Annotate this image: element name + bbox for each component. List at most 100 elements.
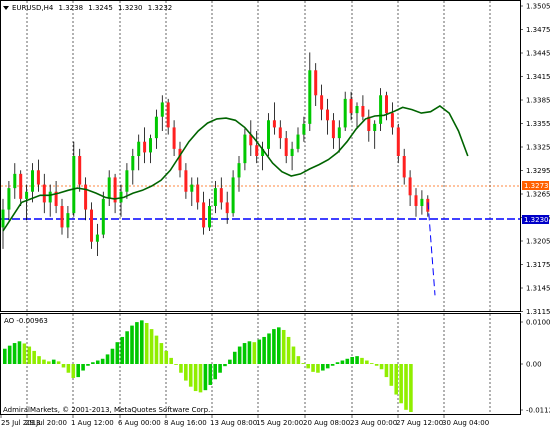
ao-bar[interactable] — [277, 327, 281, 364]
candle-body[interactable] — [213, 188, 217, 206]
candle-body[interactable] — [231, 177, 235, 214]
ao-bar[interactable] — [56, 361, 61, 364]
candle-body[interactable] — [267, 120, 270, 149]
ao-bar[interactable] — [66, 364, 71, 373]
ao-bar[interactable] — [379, 364, 384, 370]
ao-bar[interactable] — [360, 357, 364, 364]
ao-bar[interactable] — [247, 341, 252, 364]
candle-body[interactable] — [19, 173, 23, 199]
ao-bar[interactable] — [213, 364, 217, 380]
candle-body[interactable] — [154, 116, 158, 139]
candle-body[interactable] — [349, 98, 353, 114]
candle-body[interactable] — [137, 141, 141, 156]
ao-bar[interactable] — [125, 331, 129, 364]
ao-bar[interactable] — [321, 364, 325, 371]
candle-body[interactable] — [255, 145, 259, 156]
ao-bar[interactable] — [291, 346, 296, 364]
ao-bar[interactable] — [330, 364, 335, 366]
candle-body[interactable] — [208, 206, 211, 228]
candle-body[interactable] — [290, 148, 294, 156]
ao-bar[interactable] — [232, 351, 237, 364]
ao-bar[interactable] — [100, 358, 105, 364]
candle-body[interactable] — [190, 184, 194, 192]
ao-bar[interactable] — [267, 333, 271, 364]
ao-bar[interactable] — [316, 364, 320, 373]
ao-bar[interactable] — [193, 364, 198, 392]
ao-bar[interactable] — [306, 364, 310, 369]
ao-bar[interactable] — [203, 364, 208, 391]
candle-body[interactable] — [202, 202, 206, 228]
candle-body[interactable] — [237, 163, 241, 178]
mt4-chart-window[interactable]: EURUSD,H4 1.3238 1.3245 1.3230 1.3232 AO… — [0, 0, 550, 429]
candle-body[interactable] — [166, 102, 170, 128]
ao-bar[interactable] — [115, 342, 120, 364]
ao-bar[interactable] — [404, 364, 408, 410]
ao-bar[interactable] — [144, 322, 149, 364]
candle-body[interactable] — [379, 95, 383, 124]
candle-body[interactable] — [373, 123, 377, 131]
candle-body[interactable] — [272, 120, 276, 128]
ao-bar[interactable] — [350, 357, 354, 364]
ao-bar[interactable] — [27, 346, 32, 364]
candle-body[interactable] — [90, 209, 93, 242]
ao-bar[interactable] — [61, 364, 66, 368]
candle-body[interactable] — [385, 95, 388, 114]
candle-body[interactable] — [302, 123, 306, 135]
ao-bar[interactable] — [135, 322, 139, 364]
ao-bar[interactable] — [105, 354, 110, 364]
candle-body[interactable] — [78, 156, 82, 185]
ao-bar[interactable] — [286, 336, 291, 364]
candle-body[interactable] — [172, 127, 176, 149]
ao-bar[interactable] — [81, 364, 85, 371]
ao-bar[interactable] — [252, 342, 257, 364]
ao-bar[interactable] — [149, 329, 154, 364]
candle-body[interactable] — [66, 213, 70, 228]
ao-bar[interactable] — [174, 364, 178, 365]
candle-body[interactable] — [314, 70, 318, 96]
candle-body[interactable] — [243, 134, 247, 164]
ao-bar[interactable] — [130, 325, 134, 364]
ao-bar[interactable] — [91, 362, 95, 364]
candle-body[interactable] — [36, 170, 40, 185]
candle-body[interactable] — [320, 95, 324, 110]
ao-bar[interactable] — [164, 350, 169, 364]
candle-body[interactable] — [414, 195, 418, 206]
candle-body[interactable] — [7, 188, 11, 210]
ao-bar[interactable] — [223, 364, 227, 367]
candle-body[interactable] — [296, 134, 300, 149]
ao-bar[interactable] — [384, 364, 389, 378]
candle-body[interactable] — [160, 102, 164, 117]
chart-canvas[interactable]: EURUSD,H4 1.3238 1.3245 1.3230 1.3232 AO… — [0, 0, 550, 429]
ao-bar[interactable] — [369, 363, 374, 364]
ao-bar[interactable] — [242, 343, 247, 364]
candle-body[interactable] — [101, 198, 105, 235]
candle-body[interactable] — [184, 170, 188, 192]
ao-bar[interactable] — [257, 339, 262, 364]
candles[interactable] — [1, 52, 430, 256]
ao-bar[interactable] — [110, 348, 115, 364]
ao-bar[interactable] — [389, 364, 394, 386]
ao-bar[interactable] — [237, 346, 242, 364]
ao-bar[interactable] — [335, 362, 340, 364]
candle-body[interactable] — [107, 177, 111, 199]
ao-bar[interactable] — [301, 363, 306, 364]
candle-body[interactable] — [13, 173, 17, 189]
ao-bar[interactable] — [12, 343, 17, 364]
ao-bar[interactable] — [76, 364, 80, 378]
ao-bar[interactable] — [22, 343, 27, 364]
ao-bar[interactable] — [51, 359, 56, 364]
ao-bar[interactable] — [184, 364, 188, 381]
ao-bar[interactable] — [86, 364, 90, 366]
candle-body[interactable] — [48, 191, 52, 203]
candle-body[interactable] — [25, 191, 29, 199]
ao-bar[interactable] — [154, 335, 159, 364]
ao-bar[interactable] — [296, 356, 301, 364]
ao-bar[interactable] — [71, 364, 76, 378]
ao-bar[interactable] — [345, 358, 350, 364]
candle-body[interactable] — [225, 202, 229, 214]
candle-body[interactable] — [196, 184, 200, 203]
ao-bar[interactable] — [179, 364, 183, 373]
ao-bar[interactable] — [208, 364, 213, 385]
ao-bar[interactable] — [272, 329, 276, 364]
ao-bar[interactable] — [281, 329, 286, 364]
